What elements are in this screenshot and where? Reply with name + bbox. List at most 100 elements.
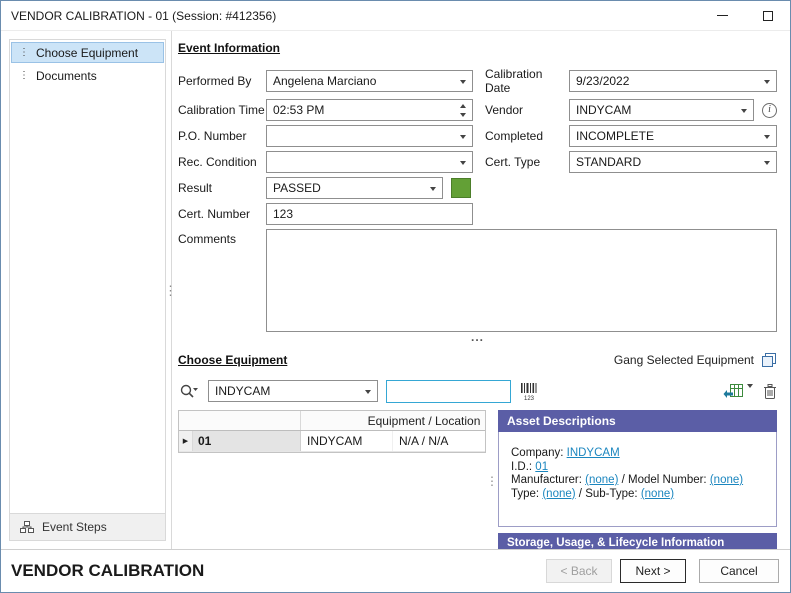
equipment-main-area: Equipment / Location ▶ 01 INDYCAM N/A / … [178,410,777,549]
dropdown-arrow-icon[interactable] [764,161,770,165]
equipment-table: Equipment / Location ▶ 01 INDYCAM N/A / … [178,410,486,453]
equipment-search-input[interactable] [386,380,511,403]
result-label: Result [178,181,266,195]
maximize-button[interactable] [745,1,790,30]
search-icon [178,382,200,400]
barcode-digits: 123 [524,396,535,401]
cancel-button[interactable]: Cancel [699,559,779,583]
completed-label: Completed [485,129,569,143]
calibration-time-spinner[interactable]: 02:53 PM [266,99,473,121]
cert-number-input[interactable] [266,203,473,225]
model-number-link[interactable]: (none) [710,474,743,486]
gang-copy-icon [761,352,777,368]
completed-combobox[interactable]: INCOMPLETE [569,125,777,147]
up-arrow-icon [460,104,466,108]
sidebar-item-choose-equipment[interactable]: ⋮ Choose Equipment [11,42,164,63]
equipment-toolbar: INDYCAM 123 [178,379,777,403]
id-line: I.D.: 01 [511,461,770,475]
dropdown-arrow-icon[interactable] [460,135,466,139]
id-label: I.D.: [511,461,532,473]
choose-equipment-title: Choose Equipment [178,353,287,367]
calibration-time-value: 02:53 PM [273,103,324,117]
po-number-combobox[interactable] [266,125,473,147]
window-title: VENDOR CALIBRATION - 01 (Session: #41235… [11,9,276,23]
export-grid-icon [723,382,745,400]
calibration-date-combobox[interactable]: 9/23/2022 [569,70,777,92]
vendor-cell: INDYCAM [569,99,777,121]
calibration-time-label: Calibration Time [178,103,266,117]
event-steps-button[interactable]: Event Steps [10,513,165,540]
export-dropdown-caret-icon[interactable] [747,384,753,388]
back-button[interactable]: < Back [546,559,612,583]
id-link[interactable]: 01 [535,461,548,473]
gang-selected-equipment[interactable]: Gang Selected Equipment [614,352,777,368]
maximize-icon [763,11,773,21]
minimize-button[interactable] [700,1,745,30]
org-chart-icon [19,520,35,534]
cert-type-combobox[interactable]: STANDARD [569,151,777,173]
rec-condition-label: Rec. Condition [178,155,266,169]
spinner-up-button[interactable] [454,101,471,110]
equipment-location-column-header[interactable]: Equipment / Location [301,411,486,430]
manufacturer-line: Manufacturer: (none) / Model Number: (no… [511,474,770,488]
equipment-table-header: Equipment / Location [179,411,486,431]
choose-equipment-header: Choose Equipment Gang Selected Equipment [178,352,777,368]
asset-descriptions-header[interactable]: Asset Descriptions [498,410,777,432]
panel-splitter-handle[interactable]: ⋮ [486,410,498,549]
type-link[interactable]: (none) [542,488,575,500]
vendor-value: INDYCAM [576,103,631,117]
dropdown-arrow-icon[interactable] [460,80,466,84]
result-color-indicator [451,178,471,198]
vendor-info-icon[interactable] [762,103,777,118]
add-to-grid-button[interactable] [723,382,745,400]
sidebar-item-documents[interactable]: ⋮ Documents [11,65,164,86]
performed-by-combobox[interactable]: Angelena Marciano [266,70,473,92]
event-information-form: Performed By Angelena Marciano Calibrati… [178,67,777,332]
completed-value: INCOMPLETE [576,129,654,143]
trash-icon [763,383,777,400]
footer-buttons: < Back Next > Cancel [546,559,779,583]
dropdown-arrow-icon[interactable] [460,161,466,165]
spinner-down-button[interactable] [454,110,471,119]
storage-section-header[interactable]: Storage, Usage, & Lifecycle Information [498,533,777,549]
comments-label: Comments [178,229,266,246]
asset-descriptions-body: Company: INDYCAM I.D.: 01 Manufacturer: … [498,432,777,527]
dropdown-arrow-icon[interactable] [764,80,770,84]
collapse-handle[interactable]: ... [178,333,777,343]
search-filter-button[interactable] [178,382,200,400]
main-content: Event Information Performed By Angelena … [171,31,790,549]
calibration-date-label: Calibration Date [485,67,569,95]
subtype-link[interactable]: (none) [641,488,674,500]
grip-icon: ⋮ [19,71,29,81]
result-combobox[interactable]: PASSED [266,177,443,199]
company-link[interactable]: INDYCAM [567,447,620,459]
table-corner-cell[interactable] [179,411,301,430]
company-label: Company: [511,447,563,459]
model-number-label: Model Number: [628,474,707,486]
subtype-label: Sub-Type: [585,488,637,500]
row-equipment-cell: INDYCAM [301,431,393,451]
separator: / [622,474,625,486]
table-row[interactable]: ▶ 01 INDYCAM N/A / N/A [179,431,486,452]
sidebar-item-label: Choose Equipment [36,46,138,60]
spinner-buttons [454,101,471,119]
vendor-combobox[interactable]: INDYCAM [569,99,754,121]
barcode-button[interactable]: 123 [519,382,539,401]
delete-button[interactable] [763,383,777,400]
equipment-filter-combobox[interactable]: INDYCAM [208,380,378,402]
cert-type-value: STANDARD [576,155,641,169]
dropdown-arrow-icon[interactable] [430,187,436,191]
dropdown-arrow-icon[interactable] [365,390,371,394]
calibration-date-value: 9/23/2022 [576,74,629,88]
rec-condition-combobox[interactable] [266,151,473,173]
manufacturer-link[interactable]: (none) [585,474,618,486]
dropdown-arrow-icon[interactable] [741,109,747,113]
grip-icon: ⋮ [19,48,29,58]
minimize-icon [717,15,728,16]
sidebar-splitter-handle[interactable]: ⋮ [164,283,177,299]
next-button[interactable]: Next > [620,559,686,583]
dropdown-arrow-icon[interactable] [764,135,770,139]
comments-textarea[interactable] [266,229,777,332]
performed-by-label: Performed By [178,74,266,88]
event-information-title: Event Information [178,41,777,55]
